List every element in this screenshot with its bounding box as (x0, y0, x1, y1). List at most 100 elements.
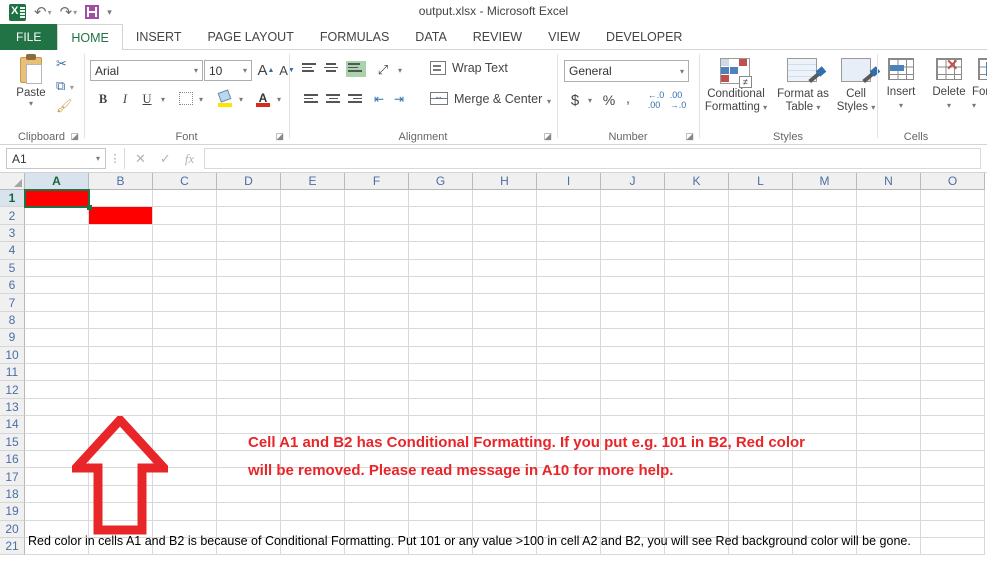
grid-cell-I2[interactable] (537, 207, 601, 225)
grid-cell-O2[interactable] (921, 207, 985, 225)
font-color-caret-icon[interactable]: ▾ (273, 90, 285, 108)
grid-cell-F13[interactable] (345, 398, 409, 417)
grid-cell-D10[interactable] (217, 346, 281, 364)
wrap-text-button[interactable]: Wrap Text (452, 60, 508, 76)
grid-cell-F16[interactable] (345, 451, 409, 469)
grid-cell-K16[interactable] (665, 451, 729, 469)
grid-cell-K13[interactable] (665, 398, 729, 417)
orientation-button[interactable]: ⤢ (372, 60, 394, 80)
increase-decimal-button[interactable]: ←.0.00 (646, 90, 666, 110)
grid-cell-L9[interactable] (729, 329, 793, 347)
grid-cell-O10[interactable] (921, 346, 985, 364)
grid-cell-G12[interactable] (409, 381, 473, 399)
grid-cell-O18[interactable] (921, 485, 985, 504)
grid-cell-L8[interactable] (729, 311, 793, 330)
grid-cell-O4[interactable] (921, 242, 985, 260)
grid-cell-F8[interactable] (345, 311, 409, 330)
fill-color-button[interactable] (215, 88, 235, 110)
grid-cell-K19[interactable] (665, 503, 729, 521)
grid-cell-L17[interactable] (729, 468, 793, 486)
grid-cell-A15[interactable] (25, 433, 89, 451)
grid-cell-K12[interactable] (665, 381, 729, 399)
row-header-14[interactable]: 14 (0, 416, 25, 434)
grid-cell-C9[interactable] (153, 329, 217, 347)
grid-cell-C19[interactable] (153, 503, 217, 521)
grid-cell-L11[interactable] (729, 364, 793, 382)
grid-cell-M5[interactable] (793, 259, 857, 277)
grid-cell-K10[interactable] (665, 346, 729, 364)
grid-cell-N18[interactable] (857, 485, 921, 504)
grid-cell-E9[interactable] (281, 329, 345, 347)
grid-cell-A19[interactable] (25, 503, 89, 521)
merge-caret-icon[interactable]: ▾ (543, 93, 555, 109)
grid-cell-J1[interactable] (601, 190, 665, 208)
underline-button[interactable]: U (137, 88, 157, 110)
font-dialog-launcher[interactable]: ◪ (275, 131, 284, 142)
grid-cell-A12[interactable] (25, 381, 89, 399)
grid-cell-E18[interactable] (281, 485, 345, 504)
ribbon-tab-insert[interactable]: INSERT (123, 24, 195, 50)
grid-cell-G3[interactable] (409, 224, 473, 243)
grid-cell-G6[interactable] (409, 277, 473, 295)
paste-caret-icon[interactable]: ▾ (8, 99, 54, 108)
chevron-down-icon[interactable]: ▾ (243, 66, 247, 75)
grid-cell-K4[interactable] (665, 242, 729, 260)
grid-cell-D8[interactable] (217, 311, 281, 330)
grid-cell-G17[interactable] (409, 468, 473, 486)
grid-cell-M18[interactable] (793, 485, 857, 504)
grid-cell-E16[interactable] (281, 451, 345, 469)
grid-cell-E15[interactable] (281, 433, 345, 451)
grid-cell-E19[interactable] (281, 503, 345, 521)
column-header-E[interactable]: E (281, 173, 345, 190)
formula-bar-handle[interactable]: ⋮ (106, 152, 124, 165)
grid-cell-H16[interactable] (473, 451, 537, 469)
row-header-2[interactable]: 2 (0, 207, 25, 225)
grid-cell-G5[interactable] (409, 259, 473, 277)
grid-cell-B9[interactable] (89, 329, 153, 347)
delete-caret-icon[interactable]: ▾ (925, 99, 973, 112)
grid-cell-K17[interactable] (665, 468, 729, 486)
ribbon-tab-data[interactable]: DATA (402, 24, 459, 50)
grid-cell-I1[interactable] (537, 190, 601, 208)
grid-cell-K1[interactable] (665, 190, 729, 208)
conditional-format-cell-A1[interactable] (25, 190, 89, 208)
grid-cell-F19[interactable] (345, 503, 409, 521)
grid-cell-G13[interactable] (409, 398, 473, 417)
row-header-9[interactable]: 9 (0, 329, 25, 347)
grid-cell-I13[interactable] (537, 398, 601, 417)
grid-cell-C1[interactable] (153, 190, 217, 208)
grid-cell-H8[interactable] (473, 311, 537, 330)
grid-cell-O1[interactable] (921, 190, 985, 208)
grid-cell-M1[interactable] (793, 190, 857, 208)
grid-cell-J18[interactable] (601, 485, 665, 504)
grid-cell-D16[interactable] (217, 451, 281, 469)
grid-cell-J14[interactable] (601, 416, 665, 434)
row-header-19[interactable]: 19 (0, 503, 25, 521)
row-header-16[interactable]: 16 (0, 451, 25, 469)
grid-cell-N5[interactable] (857, 259, 921, 277)
grid-cell-F7[interactable] (345, 294, 409, 312)
grid-cell-M16[interactable] (793, 451, 857, 469)
grid-cell-O16[interactable] (921, 451, 985, 469)
grid-cell-E1[interactable] (281, 190, 345, 208)
grid-cell-E12[interactable] (281, 381, 345, 399)
grid-cell-G9[interactable] (409, 329, 473, 347)
grid-cell-N10[interactable] (857, 346, 921, 364)
grid-cell-E7[interactable] (281, 294, 345, 312)
number-dialog-launcher[interactable]: ◪ (685, 131, 694, 142)
paste-button[interactable]: Paste ▾ (8, 54, 54, 108)
grid-cell-A16[interactable] (25, 451, 89, 469)
grid-cell-D2[interactable] (217, 207, 281, 225)
grid-cell-O3[interactable] (921, 224, 985, 243)
grid-cell-I15[interactable] (537, 433, 601, 451)
grid-cell-N15[interactable] (857, 433, 921, 451)
chevron-down-icon[interactable]: ▾ (680, 67, 684, 76)
grid-cell-M4[interactable] (793, 242, 857, 260)
grid-cell-F15[interactable] (345, 433, 409, 451)
chevron-down-icon[interactable]: ▾ (194, 66, 198, 75)
grid-cell-M6[interactable] (793, 277, 857, 295)
grid-cell-E4[interactable] (281, 242, 345, 260)
borders-button[interactable] (177, 90, 195, 106)
insert-button[interactable]: Insert ▾ (878, 86, 924, 112)
grid-cell-O14[interactable] (921, 416, 985, 434)
